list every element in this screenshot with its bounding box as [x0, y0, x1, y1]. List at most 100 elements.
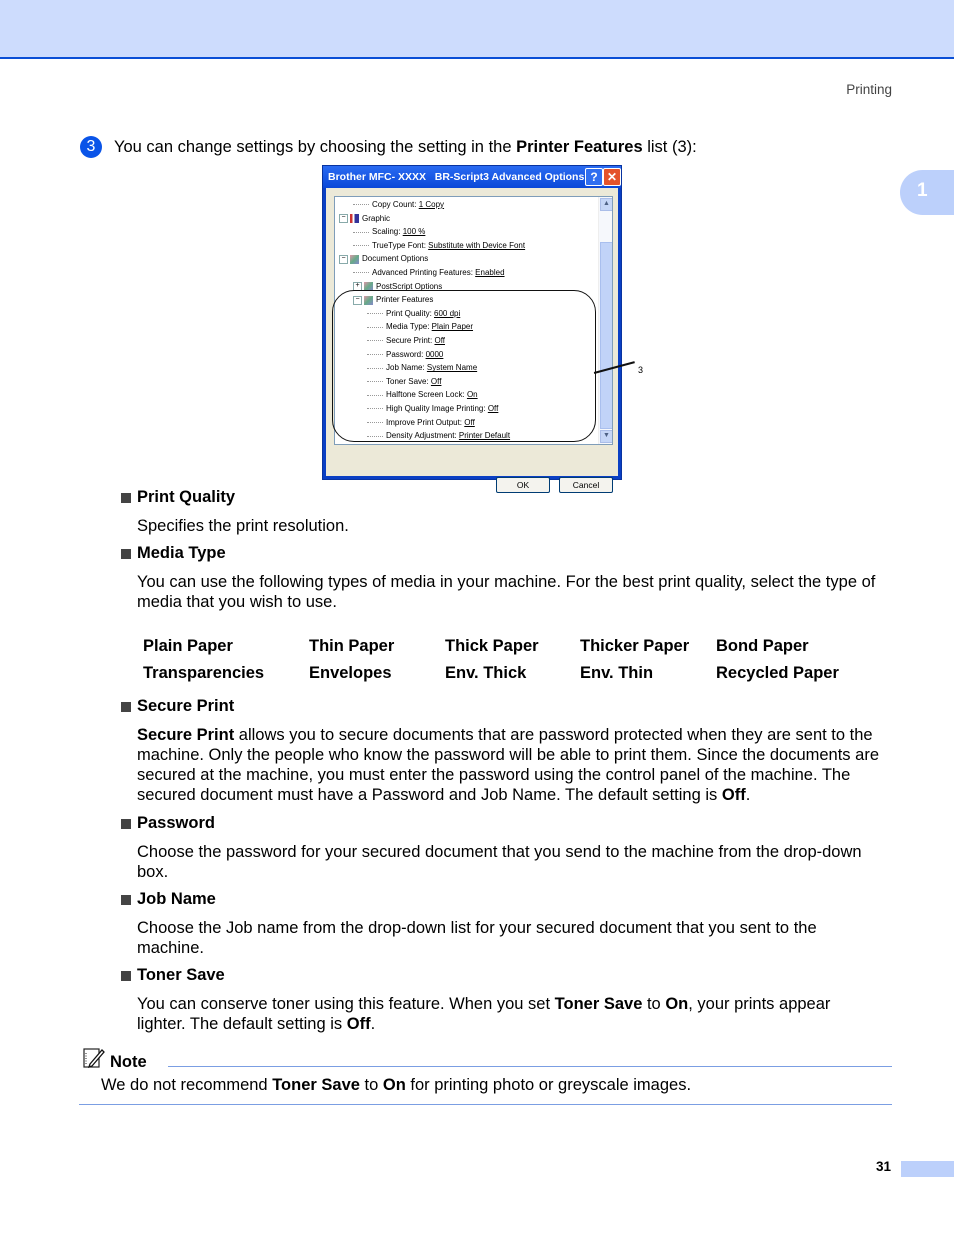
tree-item[interactable]: Secure Print: Off	[367, 336, 445, 345]
note-rule-top	[168, 1066, 892, 1067]
tree-item[interactable]: Job Name: System Name	[367, 363, 477, 372]
postscript-icon	[364, 281, 373, 291]
tree-item[interactable]: Halftone Screen Lock: On	[367, 390, 478, 399]
tree-item[interactable]: Improve Print Output: Off	[367, 418, 475, 427]
tree-item[interactable]: Copy Count: 1 Copy	[353, 200, 444, 209]
tree-item[interactable]: Advanced Printing Features: Enabled	[353, 268, 505, 277]
note-rule-bottom	[79, 1104, 892, 1105]
tree-item[interactable]: Password: 0000	[367, 350, 443, 359]
tree-item-label: Print Quality:	[386, 308, 435, 318]
collapse-icon[interactable]: −	[339, 254, 348, 264]
scroll-thumb[interactable]	[600, 242, 612, 429]
tree-scrollbar[interactable]: ▲ ▼	[598, 197, 612, 444]
tree-item[interactable]: + PostScript Options	[353, 282, 442, 291]
tree-item-value[interactable]: 600 dpi	[434, 309, 460, 318]
media-type-body: You can use the following types of media…	[137, 573, 876, 611]
advanced-options-dialog: Brother MFC- XXXX BR-Script3 Advanced Op…	[322, 165, 622, 493]
help-button[interactable]: ?	[585, 168, 603, 186]
tree-item-value[interactable]: 0000	[426, 350, 444, 359]
tree-item[interactable]: Toner Save: Off	[367, 377, 441, 386]
step-number-badge: 3	[80, 136, 102, 158]
tree-item[interactable]: TrueType Font: Substitute with Device Fo…	[353, 241, 525, 250]
tree-connector	[353, 245, 369, 247]
close-button[interactable]: ✕	[603, 168, 621, 186]
cancel-button[interactable]: Cancel	[559, 477, 613, 493]
options-tree[interactable]: ▲ ▼ Copy Count: 1 Copy − Graphic Scaling: 1…	[334, 196, 613, 445]
tree-item[interactable]: Scaling: 100 %	[353, 227, 425, 236]
header-band	[0, 0, 954, 59]
tree-item[interactable]: − Graphic	[339, 214, 390, 223]
tree-item[interactable]: − Document Options	[339, 254, 428, 264]
running-head: Printing	[846, 82, 892, 97]
scroll-up-icon[interactable]: ▲	[600, 198, 612, 211]
tree-item[interactable]: Density Adjustment: Printer Default	[367, 431, 510, 440]
tree-connector	[353, 231, 369, 233]
tree-item-value[interactable]: Off	[488, 404, 499, 413]
tree-item-value[interactable]: Enabled	[475, 268, 504, 277]
dialog-body: ▲ ▼ Copy Count: 1 Copy − Graphic Scaling: 1…	[326, 188, 618, 493]
step-text: You can change settings by choosing the …	[114, 137, 697, 156]
tree-item-label: Secure Print:	[386, 336, 435, 345]
step-instruction: 3 You can change settings by choosing th…	[80, 136, 697, 158]
expand-icon[interactable]: +	[353, 281, 362, 291]
collapse-icon[interactable]: −	[339, 213, 348, 223]
media-type-cell: Env. Thick	[445, 664, 527, 682]
heading-toner-save: Toner Save	[121, 966, 225, 985]
tree-item-label: Improve Print Output:	[386, 417, 465, 427]
tree-item-value[interactable]: System Name	[427, 363, 477, 372]
note-label: Note	[110, 1053, 147, 1071]
tree-item-value[interactable]: Plain Paper	[432, 322, 473, 331]
dialog-title: Brother MFC- XXXX BR-Script3 Advanced Op…	[328, 171, 585, 183]
tree-connector	[367, 435, 383, 437]
secure-print-body: Secure Print allows you to secure docume…	[137, 726, 879, 804]
tree-connector	[367, 408, 383, 410]
media-type-cell: Envelopes	[309, 664, 392, 682]
bullet-icon	[121, 894, 131, 905]
media-type-cell: Recycled Paper	[716, 664, 839, 682]
password-body: Choose the password for your secured doc…	[137, 843, 862, 881]
job-name-body: Choose the Job name from the drop-down l…	[137, 919, 817, 957]
close-icon: ✕	[606, 170, 618, 184]
media-type-cell: Plain Paper	[143, 637, 233, 655]
tree-item-value[interactable]: Substitute with Device Font	[428, 241, 525, 250]
tree-item-label: PostScript Options	[376, 281, 443, 291]
printer-features-icon	[364, 295, 373, 305]
note-text: We do not recommend Toner Save to On for…	[101, 1076, 692, 1094]
tree-item-value[interactable]: Printer Default	[459, 431, 510, 440]
collapse-icon[interactable]: −	[353, 295, 362, 305]
tree-item-value[interactable]: 1 Copy	[419, 200, 444, 209]
media-type-cell: Thick Paper	[445, 637, 539, 655]
heading-print-quality: Print Quality	[121, 488, 235, 507]
tree-item-value[interactable]: On	[467, 390, 478, 399]
bullet-icon	[121, 492, 131, 503]
tree-item-label: Toner Save:	[386, 376, 431, 386]
media-type-cell: Env. Thin	[580, 664, 654, 682]
tree-item-value[interactable]: 100 %	[403, 227, 426, 236]
media-type-cell: Thicker Paper	[580, 637, 690, 655]
media-type-cell: Transparencies	[143, 664, 265, 682]
tree-item[interactable]: High Quality Image Printing: Off	[367, 404, 498, 413]
tree-item-label: High Quality Image Printing:	[386, 404, 488, 413]
help-icon: ?	[590, 170, 598, 184]
tree-item[interactable]: − Printer Features	[353, 295, 434, 305]
tree-item[interactable]: Media Type: Plain Paper	[367, 322, 473, 331]
tree-item-label: Scaling:	[372, 227, 403, 237]
tree-item-label: Job Name:	[386, 363, 427, 373]
tree-item-value[interactable]: Off	[434, 336, 445, 345]
page-number: 31	[876, 1159, 892, 1174]
tree-item[interactable]: Print Quality: 600 dpi	[367, 309, 460, 318]
tree-item-label: Copy Count:	[372, 200, 419, 209]
tree-connector	[367, 326, 383, 328]
tree-item-label: Printer Features	[376, 295, 434, 305]
toner-save-body: You can conserve toner using this featur…	[137, 995, 831, 1033]
tree-connector	[353, 272, 369, 274]
tree-item-value[interactable]: Off	[431, 377, 442, 386]
ok-button[interactable]: OK	[496, 477, 550, 493]
tree-connector	[367, 367, 383, 369]
bullet-icon	[121, 548, 131, 559]
scroll-down-icon[interactable]: ▼	[600, 430, 612, 443]
tree-item-value[interactable]: Off	[464, 418, 475, 427]
tree-item-label: Graphic	[362, 213, 391, 223]
bullet-icon	[121, 701, 131, 712]
tree-item-label: Halftone Screen Lock:	[386, 390, 467, 400]
